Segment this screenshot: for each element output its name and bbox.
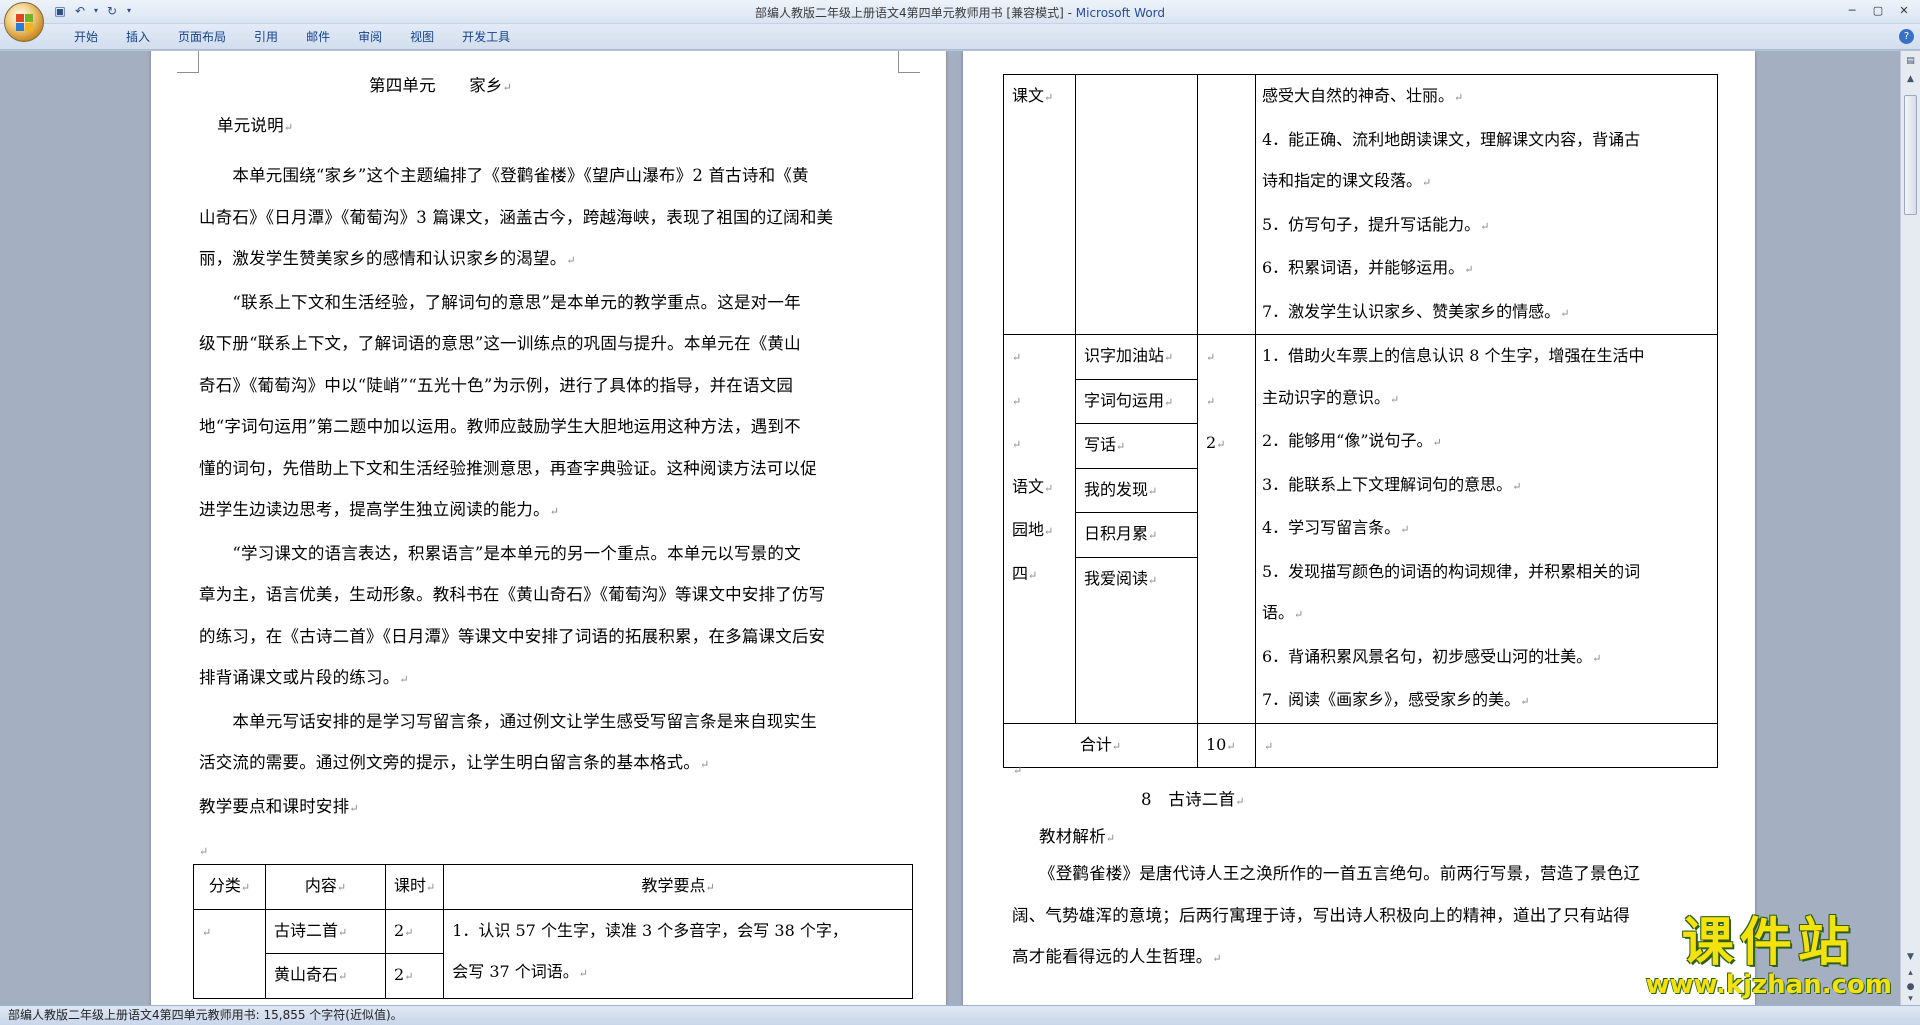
table-header-cell: 分类↵ [193,864,266,910]
scroll-up-icon[interactable]: ▲ [1904,73,1917,85]
tab-insert[interactable]: 插入 [112,30,164,44]
table-cell: ↵ ↵ 2↵ [1197,334,1256,724]
tab-review[interactable]: 审阅 [344,30,396,44]
table-row-total: 合计↵ 10↵ ↵ [1003,722,1718,768]
table-cell: 课文↵ [1003,74,1076,335]
table-cell: 1．借助火车票上的信息认识 8 个生字，增强在生活中 主动识字的意识。↵ 2．能… [1255,334,1718,724]
scroll-down-icon[interactable]: ▼ [1904,951,1917,963]
table-header-cell: 内容↵ [265,864,386,910]
table-row: ↵ 古诗二首↵ 2↵ 1．认识 57 个生字，读准 3 个多音字，会写 38 个… [193,908,913,999]
table-cell: 识字加油站↵ 字词句运用↵ 写话↵ 我的发现↵ 日积月累↵ 我爱阅读↵ [1075,334,1198,724]
table-cell: ↵ ↵ ↵ 语文↵ 园地↵ 四↵ [1003,334,1076,724]
tab-page-layout[interactable]: 页面布局 [164,30,240,44]
document-workspace[interactable]: 第四单元 家乡↵ 单元说明↵ 本单元围绕“家乡”这个主题编排了《登鹳雀楼》《望庐… [0,51,1900,1005]
teaching-schedule-table: 分类↵ 内容↵ 课时↵ 教学要点↵ ↵ 古诗二首↵ 2↵ 1．认识 57 个生字… [193,864,913,999]
ribbon-tabs: 开始 插入 页面布局 引用 邮件 审阅 视图 开发工具 [60,30,524,44]
tab-developer[interactable]: 开发工具 [448,30,524,44]
table-header-cell: 教学要点↵ [443,864,913,910]
table-row: ↵ ↵ ↵ 语文↵ 园地↵ 四↵ 识字加油站↵ 字词句运用↵ 写话↵ 我的发现↵… [1003,334,1718,724]
table-header-row: 分类↵ 内容↵ 课时↵ 教学要点↵ [193,864,913,910]
browse-object-icon[interactable]: ● [1904,981,1917,993]
table-cell [1197,74,1256,335]
unit-title: 第四单元 家乡↵ [369,76,513,95]
lesson-title: 8 古诗二首↵ [1141,790,1245,809]
tab-home[interactable]: 开始 [60,30,112,44]
table-cell: 感受大自然的神奇、壮丽。↵ 4．能正确、流利地朗读课文，理解课文内容，背诵古 诗… [1255,74,1718,335]
window-title: 部编人教版二年级上册语文4第四单元教师用书 [兼容模式] - Microsoft… [754,6,1166,20]
section-heading-unit-description: 单元说明↵ [217,116,294,135]
scroll-thumb[interactable] [1904,95,1917,215]
table-cell: 合计↵ [1003,722,1198,768]
teaching-points-table: 课文↵ 感受大自然的神奇、壮丽。↵ 4．能正确、流利地朗读课文，理解课文内容，背… [1003,74,1718,768]
document-page-right[interactable]: 课文↵ 感受大自然的神奇、壮丽。↵ 4．能正确、流利地朗读课文，理解课文内容，背… [963,51,1755,1005]
maximize-icon[interactable]: ▢ [1866,2,1890,20]
tab-view[interactable]: 视图 [396,30,448,44]
ribbon: 开始 插入 页面布局 引用 邮件 审阅 视图 开发工具 ? [0,24,1920,50]
table-header-cell: 课时↵ [384,864,445,910]
next-page-icon[interactable]: ▾ [1904,993,1917,1005]
office-button[interactable] [4,2,44,42]
previous-page-icon[interactable]: ▴ [1904,967,1917,979]
crop-mark [898,51,920,73]
table-cell: ↵ [193,908,266,999]
table-row: 课文↵ 感受大自然的神奇、壮丽。↵ 4．能正确、流利地朗读课文，理解课文内容，背… [1003,74,1718,335]
unit-description-body: 本单元围绕“家乡”这个主题编排了《登鹳雀楼》《望庐山瀑布》2 首古诗和《黄 山奇… [199,155,919,873]
status-bar: 部编人教版二年级上册语文4第四单元教师用书: 15,855 个字符(近似值)。 [0,1005,1920,1025]
section-heading-teaching-points: 教学要点和课时安排↵ [199,796,359,816]
table-cell: 10↵ [1197,722,1256,768]
paragraph: “学习课文的语言表达，积累语言”是本单元的另一个重点。本单元以写景的文 章为主，… [199,543,826,688]
close-icon[interactable]: ✕ [1892,2,1916,20]
paragraph: 本单元围绕“家乡”这个主题编排了《登鹳雀楼》《望庐山瀑布》2 首古诗和《黄 山奇… [199,166,834,268]
paragraph: “联系上下文和生活经验，了解词句的意思”是本单元的教学重点。这是对一年 级下册“… [199,292,817,520]
tab-mailings[interactable]: 邮件 [292,30,344,44]
table-cell: 2↵ [384,953,445,999]
table-cell: 1．认识 57 个生字，读准 3 个多音字，会写 38 个字， 会写 37 个词… [443,908,913,999]
minimize-icon[interactable]: ─ [1840,2,1864,20]
table-cell: 黄山奇石↵ [265,953,386,999]
table-cell: 2↵ [384,908,445,954]
vertical-scrollbar[interactable]: ▤ ▲ ▼ ▴ ● ▾ [1900,51,1920,1005]
document-page-left[interactable]: 第四单元 家乡↵ 单元说明↵ 本单元围绕“家乡”这个主题编排了《登鹳雀楼》《望庐… [151,51,946,1005]
material-analysis-paragraph: 《登鹳雀楼》是唐代诗人王之涣所作的一首五言绝句。前两行写景，营造了景色辽 阔、气… [1012,864,1641,966]
empty-paragraph: ↵ [1013,764,1023,777]
section-heading-material-analysis: 教材解析↵ [1039,827,1116,846]
office-button-icon [16,14,34,32]
watermark-logo: 课件站 www.kjzhan.com [1645,913,1892,1000]
help-icon[interactable]: ? [1899,29,1914,44]
table-cell: 古诗二首↵ [265,908,386,954]
table-cell [1075,74,1198,335]
tab-references[interactable]: 引用 [240,30,292,44]
paragraph: 本单元写话安排的是学习写留言条，通过例文让学生感受写留言条是来自现实生 活交流的… [199,711,817,773]
crop-mark [177,51,199,73]
window-controls: ─ ▢ ✕ [1840,2,1916,20]
ruler-toggle-icon[interactable]: ▤ [1904,55,1917,67]
title-bar: ▣ ↶ ▾ ↻ ▾ 部编人教版二年级上册语文4第四单元教师用书 [兼容模式] -… [0,0,1920,24]
table-cell: ↵ [1255,722,1718,768]
